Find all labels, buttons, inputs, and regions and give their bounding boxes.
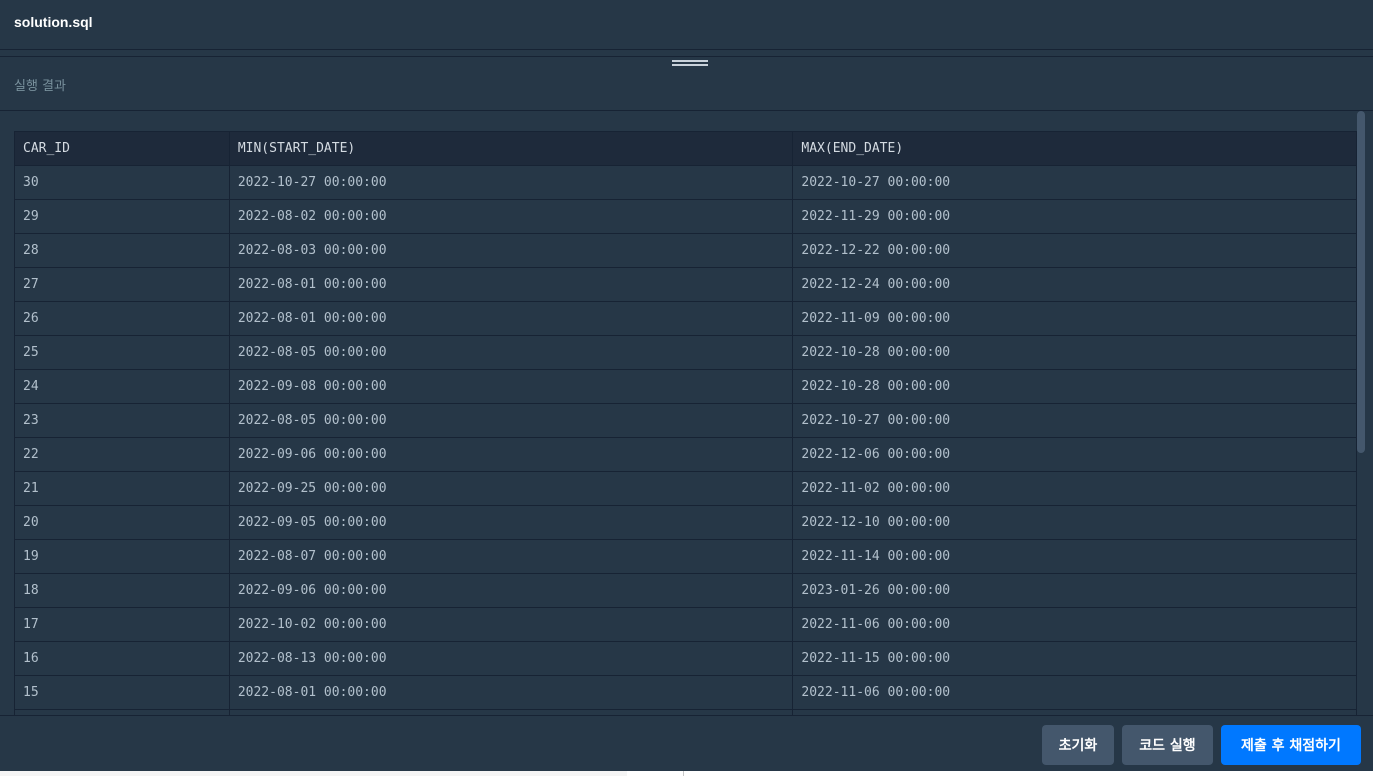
cell-car-id: 26 bbox=[14, 301, 230, 336]
cell-car-id: 20 bbox=[14, 505, 230, 540]
cell-car-id: 19 bbox=[14, 539, 230, 574]
column-header-max-end-date: MAX(END_DATE) bbox=[792, 131, 1357, 166]
table-row: 30 2022-10-27 00:00:00 2022-10-27 00:00:00 bbox=[14, 165, 1357, 200]
run-code-button[interactable]: 코드 실행 bbox=[1122, 725, 1213, 765]
cell-max-end-date: 2022-11-09 00:00:00 bbox=[792, 301, 1357, 336]
cell-car-id: 21 bbox=[14, 471, 230, 506]
submit-button[interactable]: 제출 후 채점하기 bbox=[1221, 725, 1361, 765]
cell-car-id: 29 bbox=[14, 199, 230, 234]
table-row: 15 2022-08-01 00:00:00 2022-11-06 00:00:00 bbox=[14, 675, 1357, 710]
cell-max-end-date: 2022-11-06 00:00:00 bbox=[792, 675, 1357, 710]
cell-max-end-date: 2022-11-02 00:00:00 bbox=[792, 471, 1357, 506]
action-footer: 초기화 코드 실행 제출 후 채점하기 bbox=[0, 715, 1373, 772]
table-row: 19 2022-08-07 00:00:00 2022-11-14 00:00:00 bbox=[14, 539, 1357, 574]
cell-car-id: 30 bbox=[14, 165, 230, 200]
cell-min-start-date: 2022-09-25 00:00:00 bbox=[228, 471, 794, 506]
cell-max-end-date: 2022-10-27 00:00:00 bbox=[792, 165, 1357, 200]
cell-min-start-date: 2022-09-05 00:00:00 bbox=[228, 505, 794, 540]
cell-max-end-date: 2022-10-27 00:00:00 bbox=[792, 403, 1357, 438]
table-row: 17 2022-10-02 00:00:00 2022-11-06 00:00:00 bbox=[14, 607, 1357, 642]
table-row: 28 2022-08-03 00:00:00 2022-12-22 00:00:00 bbox=[14, 233, 1357, 268]
cell-car-id: 16 bbox=[14, 641, 230, 676]
table-row: 22 2022-09-06 00:00:00 2022-12-06 00:00:00 bbox=[14, 437, 1357, 472]
cell-min-start-date: 2022-09-08 00:00:00 bbox=[228, 369, 794, 404]
cell-min-start-date: 2022-08-03 00:00:00 bbox=[228, 233, 794, 268]
cell-car-id: 23 bbox=[14, 403, 230, 438]
cell-car-id: 25 bbox=[14, 335, 230, 370]
table-row: 25 2022-08-05 00:00:00 2022-10-28 00:00:00 bbox=[14, 335, 1357, 370]
cell-car-id: 28 bbox=[14, 233, 230, 268]
table-row: 29 2022-08-02 00:00:00 2022-11-29 00:00:00 bbox=[14, 199, 1357, 234]
cell-min-start-date: 2022-08-05 00:00:00 bbox=[228, 403, 794, 438]
cell-max-end-date: 2023-01-26 00:00:00 bbox=[792, 573, 1357, 608]
cell-min-start-date: 2022-08-01 00:00:00 bbox=[228, 267, 794, 302]
bottom-strip bbox=[0, 771, 1373, 776]
cell-car-id: 18 bbox=[14, 573, 230, 608]
result-panel: CAR_ID MIN(START_DATE) MAX(END_DATE) 30 2… bbox=[0, 111, 1373, 715]
cell-max-end-date: 2022-12-22 00:00:00 bbox=[792, 233, 1357, 268]
cell-min-start-date: 2022-08-05 00:00:00 bbox=[228, 335, 794, 370]
reset-button[interactable]: 초기화 bbox=[1042, 725, 1114, 765]
cell-min-start-date: 2022-08-01 00:00:00 bbox=[228, 675, 794, 710]
cell-max-end-date: 2022-10-28 00:00:00 bbox=[792, 335, 1357, 370]
table-row: 27 2022-08-01 00:00:00 2022-12-24 00:00:00 bbox=[14, 267, 1357, 302]
cell-max-end-date: 2022-10-28 00:00:00 bbox=[792, 369, 1357, 404]
cell-max-end-date: 2022-11-29 00:00:00 bbox=[792, 199, 1357, 234]
cell-max-end-date: 2022-11-14 00:00:00 bbox=[792, 539, 1357, 574]
cell-car-id: 15 bbox=[14, 675, 230, 710]
cell-max-end-date: 2022-11-06 00:00:00 bbox=[792, 607, 1357, 642]
cell-min-start-date: 2022-09-06 00:00:00 bbox=[228, 437, 794, 472]
cell-min-start-date: 2022-10-27 00:00:00 bbox=[228, 165, 794, 200]
cell-max-end-date: 2022-12-24 00:00:00 bbox=[792, 267, 1357, 302]
result-scrollbar[interactable] bbox=[1357, 111, 1365, 453]
column-header-min-start-date: MIN(START_DATE) bbox=[228, 131, 794, 166]
table-row: 21 2022-09-25 00:00:00 2022-11-02 00:00:00 bbox=[14, 471, 1357, 506]
cell-car-id: 17 bbox=[14, 607, 230, 642]
editor-divider bbox=[0, 50, 1373, 57]
cell-min-start-date: 2022-08-07 00:00:00 bbox=[228, 539, 794, 574]
app-window: solution.sql 실행 결과 CAR_ID MIN(START_DATE… bbox=[0, 0, 1373, 776]
table-header-row: CAR_ID MIN(START_DATE) MAX(END_DATE) bbox=[14, 131, 1357, 166]
file-tab[interactable]: solution.sql bbox=[14, 14, 93, 30]
cell-min-start-date: 2022-10-02 00:00:00 bbox=[228, 607, 794, 642]
cell-car-id: 22 bbox=[14, 437, 230, 472]
resize-handle-icon[interactable] bbox=[672, 60, 708, 70]
cell-car-id: 24 bbox=[14, 369, 230, 404]
column-header-car-id: CAR_ID bbox=[14, 131, 230, 166]
table-row: 26 2022-08-01 00:00:00 2022-11-09 00:00:00 bbox=[14, 301, 1357, 336]
editor-header: solution.sql bbox=[0, 0, 1373, 50]
cell-min-start-date: 2022-08-02 00:00:00 bbox=[228, 199, 794, 234]
cell-max-end-date: 2022-12-10 00:00:00 bbox=[792, 505, 1357, 540]
table-row: 24 2022-09-08 00:00:00 2022-10-28 00:00:00 bbox=[14, 369, 1357, 404]
cell-min-start-date: 2022-09-06 00:00:00 bbox=[228, 573, 794, 608]
result-table: CAR_ID MIN(START_DATE) MAX(END_DATE) 30 2… bbox=[14, 131, 1357, 715]
table-row: 16 2022-08-13 00:00:00 2022-11-15 00:00:00 bbox=[14, 641, 1357, 676]
table-body: 30 2022-10-27 00:00:00 2022-10-27 00:00:00… bbox=[14, 165, 1357, 715]
table-row: 23 2022-08-05 00:00:00 2022-10-27 00:00:00 bbox=[14, 403, 1357, 438]
cell-min-start-date: 2022-08-01 00:00:00 bbox=[228, 301, 794, 336]
table-row: 18 2022-09-06 00:00:00 2023-01-26 00:00:00 bbox=[14, 573, 1357, 608]
cell-car-id: 27 bbox=[14, 267, 230, 302]
result-title: 실행 결과 bbox=[14, 79, 66, 94]
cell-min-start-date: 2022-08-13 00:00:00 bbox=[228, 641, 794, 676]
cell-max-end-date: 2022-12-06 00:00:00 bbox=[792, 437, 1357, 472]
result-header: 실행 결과 bbox=[0, 57, 1373, 111]
cell-max-end-date: 2022-11-15 00:00:00 bbox=[792, 641, 1357, 676]
table-row: 20 2022-09-05 00:00:00 2022-12-10 00:00:00 bbox=[14, 505, 1357, 540]
